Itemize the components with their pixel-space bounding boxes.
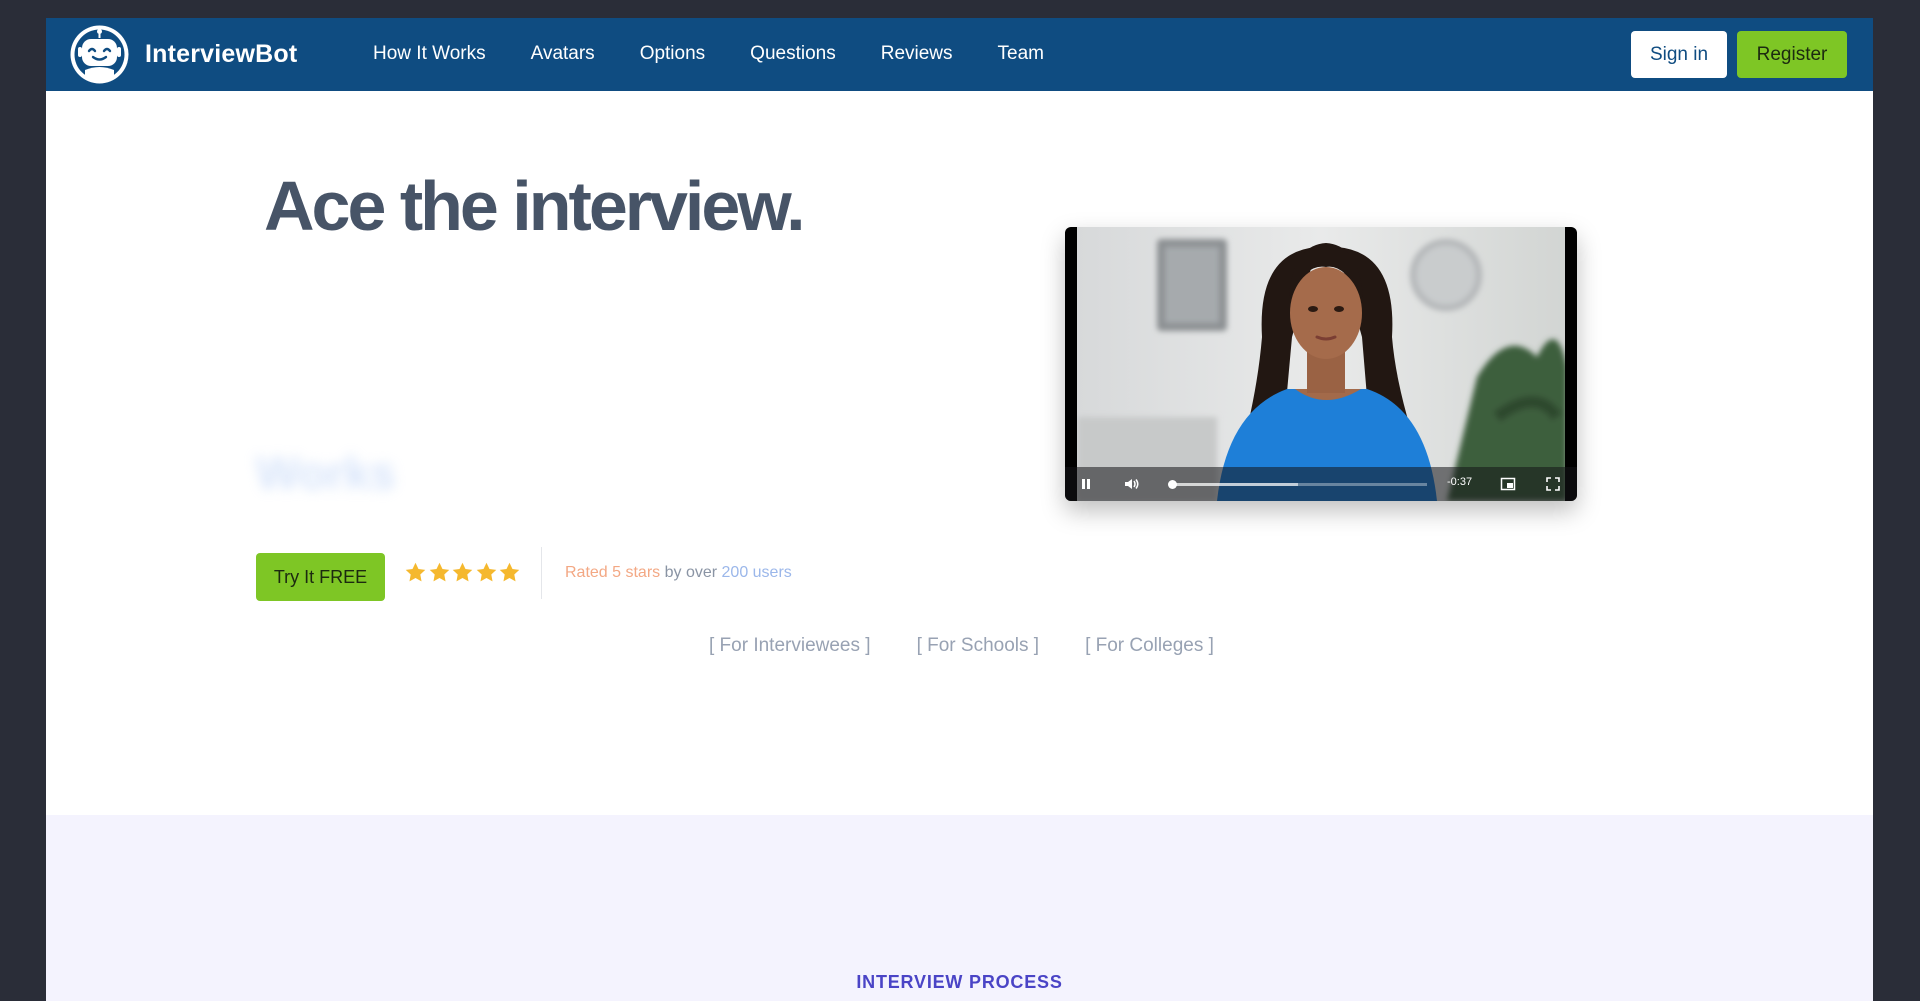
interview-process-section: INTERVIEW PROCESS <box>46 815 1873 1001</box>
brand-name[interactable]: InterviewBot <box>145 40 297 69</box>
video-buffer-bar <box>1169 483 1298 486</box>
pause-icon[interactable] <box>1078 476 1094 492</box>
page: InterviewBot How It Works Avatars Option… <box>46 18 1873 1001</box>
nav-link-options[interactable]: Options <box>640 43 705 65</box>
video-time-remaining: -0:37 <box>1447 476 1473 488</box>
volume-icon[interactable] <box>1123 476 1139 492</box>
rating-text-by-over: by over <box>660 564 722 581</box>
audience-links: [ For Interviewees ] [ For Schools ] [ F… <box>709 635 1260 657</box>
link-for-interviewees[interactable]: [ For Interviewees ] <box>709 635 871 657</box>
video-frame-avatar-interviewer <box>1077 227 1565 501</box>
link-for-colleges[interactable]: [ For Colleges ] <box>1085 635 1214 657</box>
rating-text-rated: Rated <box>565 564 613 581</box>
rating-text-users: 200 users <box>721 564 792 581</box>
video-progress-bar[interactable] <box>1167 480 1427 489</box>
star-icon <box>405 562 426 582</box>
video-controls: -0:37 <box>1065 467 1577 501</box>
rating-divider <box>541 547 542 599</box>
nav-links: How It Works Avatars Options Questions R… <box>373 43 1089 65</box>
interview-process-label: INTERVIEW PROCESS <box>856 972 1063 992</box>
video-scrubber-knob[interactable] <box>1167 480 1177 489</box>
star-icon <box>476 562 496 582</box>
star-icon <box>452 562 473 582</box>
nav-link-reviews[interactable]: Reviews <box>881 43 953 65</box>
try-free-button[interactable]: Try It FREE <box>256 553 385 601</box>
robot-logo-icon[interactable] <box>69 24 130 85</box>
register-button[interactable]: Register <box>1737 31 1847 78</box>
star-rating <box>404 561 522 584</box>
picture-in-picture-icon[interactable] <box>1500 476 1516 492</box>
hero-headline: Ace the interview. <box>264 167 806 245</box>
link-for-schools[interactable]: [ For Schools ] <box>917 635 1040 657</box>
sign-in-button[interactable]: Sign in <box>1631 31 1727 78</box>
rating-text-stars: 5 stars <box>612 564 661 581</box>
nav-link-questions[interactable]: Questions <box>750 43 836 65</box>
nav-link-avatars[interactable]: Avatars <box>531 43 595 65</box>
nav-link-team[interactable]: Team <box>998 43 1044 65</box>
rating-text: Rated 5 stars by over 200 users <box>565 564 792 582</box>
fullscreen-icon[interactable] <box>1545 476 1561 492</box>
nav-link-how-it-works[interactable]: How It Works <box>373 43 486 65</box>
avatar-video-player[interactable]: -0:37 <box>1065 227 1577 501</box>
navbar: InterviewBot How It Works Avatars Option… <box>46 18 1873 91</box>
star-icon <box>429 562 449 582</box>
blurred-rotating-word: Works <box>256 447 396 499</box>
star-icon <box>499 562 520 582</box>
